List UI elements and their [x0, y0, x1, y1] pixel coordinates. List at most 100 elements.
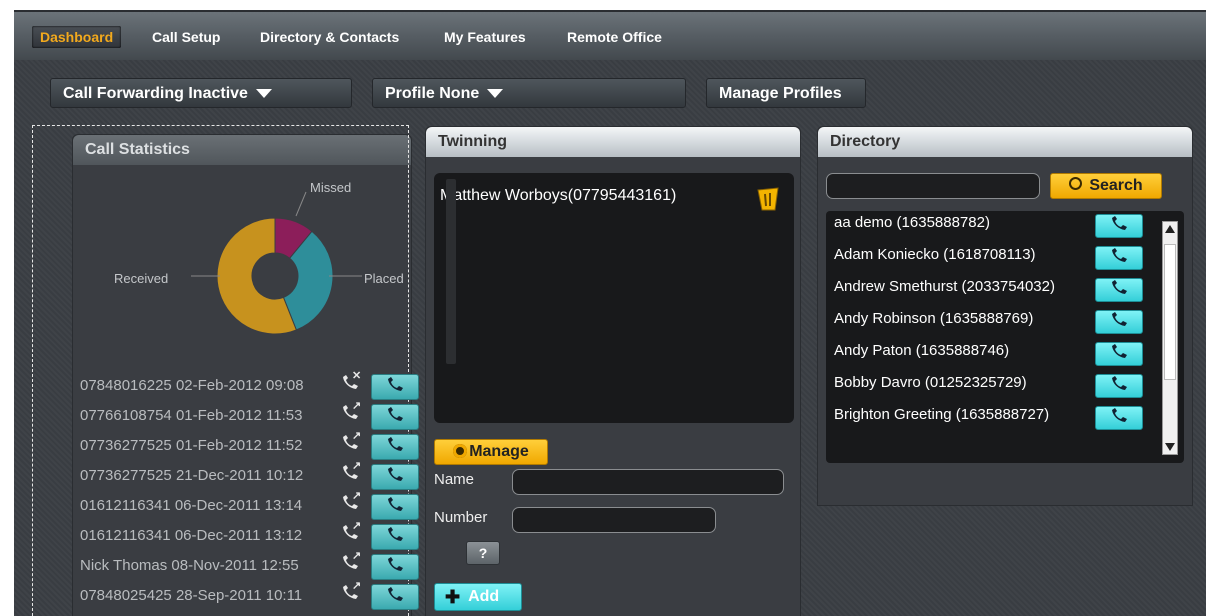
help-button[interactable]: ?	[466, 541, 500, 565]
call-row-time: 08-Nov-2011 12:55	[171, 557, 299, 574]
tab-remote-office[interactable]: Remote Office	[559, 26, 670, 48]
call-back-button[interactable]	[371, 374, 419, 400]
search-label: Search	[1089, 177, 1143, 194]
profile-label: Profile None	[385, 85, 480, 102]
scroll-down-icon[interactable]	[1165, 443, 1175, 451]
gear-icon	[453, 444, 468, 458]
twinning-scrollbar[interactable]	[446, 179, 456, 364]
phone-icon	[386, 526, 404, 548]
phone-icon	[386, 556, 404, 578]
call-row-number: Nick Thomas	[80, 557, 168, 574]
call-row: 07848016225 02-Feb-2012 09:08	[80, 376, 304, 396]
call-back-button[interactable]	[371, 494, 419, 520]
call-row-number: 07848016225	[80, 377, 172, 394]
call-row: 07736277525 21-Dec-2011 10:12	[80, 466, 303, 486]
contact-item[interactable]: Andy Paton (1635888746)	[834, 342, 1009, 359]
call-back-button[interactable]	[371, 464, 419, 490]
chart-label-placed: Placed	[364, 271, 404, 286]
placed-call-icon: ↗	[341, 430, 361, 454]
call-forwarding-dropdown[interactable]: Call Forwarding Inactive	[50, 78, 352, 108]
contact-call-button[interactable]	[1095, 246, 1143, 270]
call-back-button[interactable]	[371, 554, 419, 580]
phone-icon	[386, 376, 404, 398]
missed-call-icon: ✕	[341, 370, 361, 394]
add-button[interactable]: ✚ Add	[434, 583, 522, 611]
placed-call-icon: ↗	[341, 460, 361, 484]
call-row-time: 01-Feb-2012 11:52	[175, 437, 303, 454]
top-navigation: Dashboard Call Setup Directory & Contact…	[14, 10, 1206, 60]
phone-icon	[386, 496, 404, 518]
twinning-entry[interactable]: Matthew Worboys(07795443161)	[440, 187, 676, 205]
phone-icon	[386, 436, 404, 458]
number-label: Number	[434, 509, 488, 526]
tab-directory-contacts[interactable]: Directory & Contacts	[252, 26, 407, 48]
contact-call-button[interactable]	[1095, 214, 1143, 238]
call-row-number: 07766108754	[80, 407, 172, 424]
plus-icon: ✚	[445, 586, 461, 607]
missed-leader-line	[295, 191, 307, 217]
call-row: Nick Thomas 08-Nov-2011 12:55	[80, 556, 299, 576]
phone-icon	[1110, 215, 1128, 237]
contact-call-button[interactable]	[1095, 374, 1143, 398]
contact-call-button[interactable]	[1095, 310, 1143, 334]
call-back-button[interactable]	[371, 584, 419, 610]
placed-call-icon: ↗	[341, 520, 361, 544]
call-row-number: 07736277525	[80, 467, 172, 484]
call-row-number: 01612116341	[80, 527, 171, 544]
phone-icon	[1110, 407, 1128, 429]
contact-call-button[interactable]	[1095, 278, 1143, 302]
call-back-button[interactable]	[371, 434, 419, 460]
call-row: 01612116341 06-Dec-2011 13:14	[80, 496, 302, 516]
chevron-down-icon	[255, 89, 272, 99]
scroll-thumb[interactable]	[1164, 244, 1176, 380]
contact-item[interactable]: aa demo (1635888782)	[834, 214, 990, 231]
contact-item[interactable]: Bobby Davro (01252325729)	[834, 374, 1027, 391]
tab-dashboard[interactable]: Dashboard	[32, 26, 122, 48]
phone-icon	[1110, 343, 1128, 365]
call-row-time: 06-Dec-2011 13:14	[174, 497, 303, 514]
contact-scrollbar[interactable]	[1162, 221, 1178, 455]
contact-item[interactable]: Andy Robinson (1635888769)	[834, 310, 1033, 327]
delete-bin-icon[interactable]	[756, 185, 780, 211]
tab-call-setup[interactable]: Call Setup	[144, 26, 228, 48]
directory-title: Directory	[818, 127, 1192, 157]
call-row-time: 01-Feb-2012 11:53	[175, 407, 303, 424]
twinning-list: Matthew Worboys(07795443161)	[434, 173, 794, 423]
manage-profiles-button[interactable]: Manage Profiles	[706, 78, 866, 108]
phone-icon	[1110, 247, 1128, 269]
contact-item[interactable]: Brighton Greeting (1635888727)	[834, 406, 1049, 423]
directory-search-input[interactable]	[826, 173, 1040, 199]
contact-call-button[interactable]	[1095, 406, 1143, 430]
name-field[interactable]	[512, 469, 784, 495]
placed-call-icon: ↗	[341, 580, 361, 604]
call-back-button[interactable]	[371, 404, 419, 430]
scroll-up-icon[interactable]	[1165, 225, 1175, 233]
call-row: 01612116341 06-Dec-2011 13:12	[80, 526, 302, 546]
profile-dropdown[interactable]: Profile None	[372, 78, 686, 108]
phone-icon	[386, 466, 404, 488]
contact-item[interactable]: Andrew Smethurst (2033754032)	[834, 278, 1055, 295]
call-row-time: 02-Feb-2012 09:08	[175, 377, 304, 394]
twinning-panel: Twinning Matthew Worboys(07795443161) Ma…	[425, 126, 801, 616]
add-label: Add	[468, 588, 500, 605]
phone-icon	[386, 406, 404, 428]
search-button[interactable]: Search	[1050, 173, 1162, 199]
number-field[interactable]	[512, 507, 716, 533]
call-row-time: 06-Dec-2011 13:12	[174, 527, 303, 544]
call-forwarding-label: Call Forwarding Inactive	[63, 85, 248, 102]
chevron-down-icon	[487, 89, 504, 99]
call-row-number: 07848025425	[80, 587, 172, 604]
contact-call-button[interactable]	[1095, 342, 1143, 366]
contact-item[interactable]: Adam Koniecko (1618708113)	[834, 246, 1036, 263]
twinning-title: Twinning	[426, 127, 800, 157]
tab-my-features[interactable]: My Features	[436, 26, 534, 48]
phone-icon	[1110, 375, 1128, 397]
donut-slices	[216, 217, 334, 335]
chart-label-received: Received	[114, 271, 168, 286]
placed-call-icon: ↗	[341, 550, 361, 574]
call-row-number: 01612116341	[80, 497, 171, 514]
manage-label: Manage	[469, 443, 529, 460]
manage-button[interactable]: Manage	[434, 439, 548, 465]
call-row: 07736277525 01-Feb-2012 11:52	[80, 436, 302, 456]
call-back-button[interactable]	[371, 524, 419, 550]
